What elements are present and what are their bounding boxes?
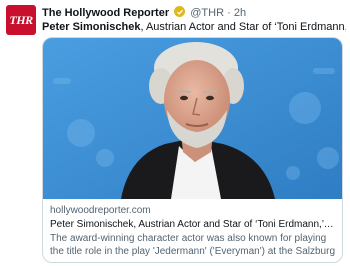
avatar-logo-text: THR [9,12,33,27]
tweet-timestamp[interactable]: 2h [234,7,246,19]
separator-dot: · [227,7,231,19]
card-image-portrait-photo[interactable] [43,38,342,199]
card-body[interactable]: hollywoodreporter.com Peter Simonischek,… [50,204,336,258]
card-description: The award-winning character actor was al… [50,233,335,257]
thr-avatar[interactable]: THR [6,5,36,35]
author-handle[interactable]: @THR [190,7,224,19]
verified-badge-icon [174,6,186,17]
card-title[interactable]: Peter Simonischek, Austrian Actor and St… [50,218,336,231]
author-name[interactable]: The Hollywood Reporter [42,7,169,19]
tweet-text-rest: , Austrian Actor and Star of ‘Toni Erdma… [140,21,346,33]
link-card[interactable]: hollywoodreporter.com Peter Simonischek,… [42,37,343,263]
tweet-header: The Hollywood Reporter @THR · 2h [42,6,346,20]
tweet-text-bold: Peter Simonischek [42,21,141,33]
tweet-text: Peter Simonischek, Austrian Actor and St… [42,20,346,34]
card-domain: hollywoodreporter.com [50,205,151,216]
